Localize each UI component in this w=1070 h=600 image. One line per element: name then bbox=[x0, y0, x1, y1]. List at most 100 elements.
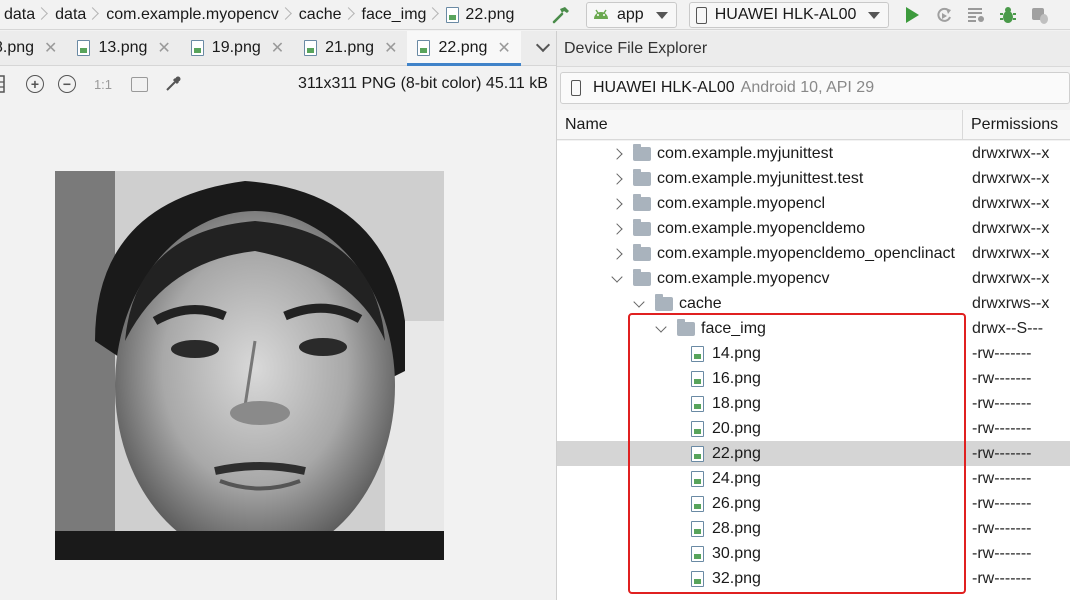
file-table-header: Name Permissions bbox=[557, 110, 1070, 140]
png-file-icon bbox=[691, 445, 704, 462]
chevron-right-icon[interactable] bbox=[611, 247, 623, 260]
tree-folder-row[interactable]: com.example.myjunittest drwxrwx--x bbox=[557, 141, 1070, 166]
chevron-right-icon[interactable] bbox=[611, 172, 623, 185]
tree-item-permissions: drwxrwx--x bbox=[972, 269, 1050, 287]
folder-icon bbox=[677, 318, 695, 336]
tab-8-png[interactable]: 8.png ✕ bbox=[0, 31, 67, 65]
device-info: Android 10, API 29 bbox=[740, 79, 875, 96]
tree-indent bbox=[557, 268, 657, 286]
tab-13-png[interactable]: 13.png ✕ bbox=[67, 31, 180, 65]
png-file-icon bbox=[77, 40, 91, 56]
breadcrumb-item-file[interactable]: 22.png bbox=[442, 0, 520, 29]
fit-to-window-icon[interactable] bbox=[128, 73, 150, 95]
tab-label: 13.png bbox=[98, 39, 148, 56]
tree-file-row[interactable]: 14.png -rw------- bbox=[557, 341, 1070, 366]
breadcrumb-item-package[interactable]: com.example.myopencv bbox=[102, 0, 295, 29]
logcat-icon[interactable] bbox=[963, 2, 989, 28]
breadcrumb-item-data-1[interactable]: data bbox=[0, 0, 51, 29]
actual-size-button[interactable]: 1:1 bbox=[92, 73, 114, 95]
zoom-out-icon[interactable]: − bbox=[56, 73, 78, 95]
column-header-name[interactable]: Name bbox=[557, 110, 963, 139]
tree-file-row[interactable]: 26.png -rw------- bbox=[557, 491, 1070, 516]
tree-item-permissions: drwx--S--- bbox=[972, 319, 1044, 337]
tree-folder-row[interactable]: com.example.myopencl drwxrwx--x bbox=[557, 191, 1070, 216]
close-icon[interactable]: ✕ bbox=[384, 38, 397, 58]
tree-indent bbox=[557, 243, 657, 261]
folder-icon bbox=[655, 293, 673, 311]
tree-item-permissions: drwxrwx--x bbox=[972, 219, 1050, 237]
tree-item-label: 28.png bbox=[712, 519, 761, 537]
breadcrumb-item-face-img[interactable]: face_img bbox=[358, 0, 443, 29]
close-icon[interactable]: ✕ bbox=[157, 38, 170, 58]
chevron-right-icon[interactable] bbox=[611, 197, 623, 210]
tree-file-row[interactable]: 16.png -rw------- bbox=[557, 366, 1070, 391]
tree-item-label: com.example.myopencl bbox=[657, 194, 826, 212]
tree-folder-row[interactable]: com.example.myopencldemo drwxrwx--x bbox=[557, 216, 1070, 241]
hammer-icon[interactable] bbox=[548, 2, 574, 28]
tree-item-permissions: -rw------- bbox=[972, 469, 1032, 487]
tree-folder-row[interactable]: cache drwxrws--x bbox=[557, 291, 1070, 316]
image-info: 311x311 PNG (8-bit color) 45.11 kB bbox=[298, 75, 548, 92]
tree-item-permissions: drwxrwx--x bbox=[972, 169, 1050, 187]
tree-file-row[interactable]: 22.png -rw------- bbox=[557, 441, 1070, 466]
tree-file-row[interactable]: 24.png -rw------- bbox=[557, 466, 1070, 491]
chevron-right-icon[interactable] bbox=[611, 222, 623, 235]
tab-21-png[interactable]: 21.png ✕ bbox=[294, 31, 407, 65]
chevron-down-icon bbox=[655, 11, 668, 19]
tree-indent bbox=[557, 495, 712, 512]
chevron-down-icon[interactable] bbox=[611, 270, 623, 283]
breadcrumb-separator-icon bbox=[344, 5, 352, 25]
tree-folder-row[interactable]: com.example.myjunittest.test drwxrwx--x bbox=[557, 166, 1070, 191]
folder-icon bbox=[633, 193, 651, 211]
device-selector[interactable]: HUAWEI HLK-AL00 Android 10, API 29 bbox=[560, 72, 1070, 104]
tree-indent bbox=[557, 395, 712, 412]
device-select[interactable]: HUAWEI HLK-AL00 bbox=[688, 2, 890, 28]
tab-19-png[interactable]: 19.png ✕ bbox=[181, 31, 294, 65]
tree-indent bbox=[557, 318, 701, 336]
folder-icon bbox=[633, 168, 651, 186]
zoom-in-icon[interactable]: + bbox=[24, 73, 46, 95]
tree-folder-row[interactable]: face_img drwx--S--- bbox=[557, 316, 1070, 341]
tree-file-row[interactable]: 18.png -rw------- bbox=[557, 391, 1070, 416]
png-file-icon bbox=[446, 6, 460, 23]
folder-icon bbox=[633, 143, 651, 161]
face-image bbox=[55, 171, 444, 560]
attach-debugger-icon[interactable] bbox=[1027, 2, 1053, 28]
close-icon[interactable]: ✕ bbox=[271, 38, 284, 58]
breadcrumb-item-data-2[interactable]: data bbox=[51, 0, 102, 29]
close-icon[interactable]: ✕ bbox=[497, 38, 510, 58]
color-picker-icon[interactable] bbox=[162, 73, 184, 95]
tree-item-label: 26.png bbox=[712, 494, 761, 512]
run-config-select[interactable]: app bbox=[586, 2, 677, 28]
tree-item-label: com.example.myjunittest bbox=[657, 144, 834, 162]
tree-item-label: 32.png bbox=[712, 569, 761, 587]
run-icon[interactable] bbox=[899, 2, 925, 28]
image-viewer-toolbar: + − 1:1 311x311 PNG (8-bit color) 45.11 … bbox=[0, 67, 556, 101]
tree-item-label: cache bbox=[679, 294, 722, 312]
tree-folder-row[interactable]: com.example.myopencv drwxrwx--x bbox=[557, 266, 1070, 291]
tree-folder-row[interactable]: com.example.myopencldemo_openclinact drwx… bbox=[557, 241, 1070, 266]
tab-22-png[interactable]: 22.png ✕ bbox=[407, 31, 522, 66]
chevron-down-icon[interactable] bbox=[655, 320, 667, 333]
column-header-permissions[interactable]: Permissions bbox=[963, 116, 1058, 134]
grid-icon[interactable] bbox=[0, 73, 6, 95]
tree-item-permissions: -rw------- bbox=[972, 344, 1032, 362]
chevron-right-icon[interactable] bbox=[611, 147, 623, 160]
tab-label: 21.png bbox=[325, 39, 375, 56]
apply-changes-icon[interactable] bbox=[931, 2, 957, 28]
chevron-down-icon[interactable] bbox=[535, 37, 551, 53]
tree-indent bbox=[557, 345, 712, 362]
chevron-down-icon[interactable] bbox=[633, 295, 645, 308]
ide-window: data data com.example.myopencv cache fac… bbox=[0, 0, 1070, 600]
debug-bug-icon[interactable] bbox=[995, 2, 1021, 28]
tree-item-permissions: -rw------- bbox=[972, 394, 1032, 412]
tree-file-row[interactable]: 28.png -rw------- bbox=[557, 516, 1070, 541]
tree-item-label: 18.png bbox=[712, 394, 761, 412]
breadcrumb-item-cache[interactable]: cache bbox=[295, 0, 358, 29]
close-icon[interactable]: ✕ bbox=[44, 38, 57, 58]
tree-file-row[interactable]: 20.png -rw------- bbox=[557, 416, 1070, 441]
tree-file-row[interactable]: 30.png -rw------- bbox=[557, 541, 1070, 566]
tree-item-label: com.example.myjunittest.test bbox=[657, 169, 864, 187]
folder-icon bbox=[633, 243, 651, 261]
tree-file-row[interactable]: 32.png -rw------- bbox=[557, 566, 1070, 591]
